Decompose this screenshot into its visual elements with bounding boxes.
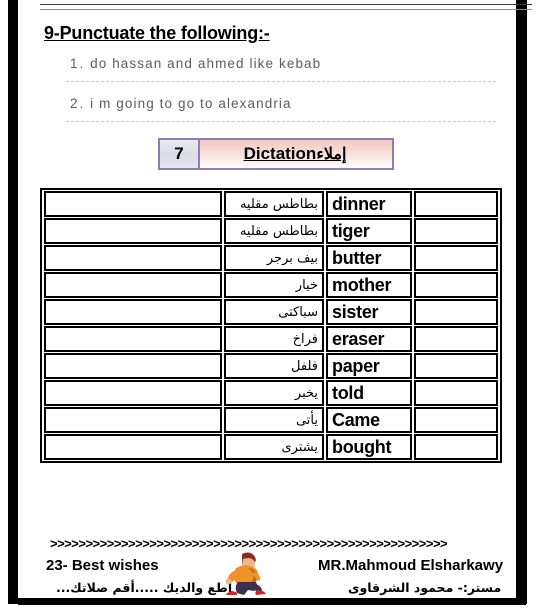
footer-arrow-divider: >>>>>>>>>>>>>>>>>>>>>>>>>>>>>>>>>>>>>>>>… [50, 536, 448, 551]
answer-cell-right[interactable] [414, 326, 498, 352]
table-row: خيار mother [44, 272, 498, 298]
table-row: يأتى Came [44, 407, 498, 433]
footer-teacher-name-ar: مستر:- محمود الشرقاوى [348, 580, 502, 595]
table-row: بيف برجر butter [44, 245, 498, 271]
frame-bar-left [8, 0, 18, 604]
section-title-ar: إملاء [316, 146, 347, 163]
question-text-1: do hassan and ahmed like kebab [90, 56, 322, 71]
answer-cell-right[interactable] [414, 353, 498, 379]
answer-cell-right[interactable] [414, 191, 498, 217]
answer-cell-right[interactable] [414, 380, 498, 406]
arabic-word-cell: بطاطس مقليه [224, 218, 324, 244]
question-number-2: 2. [70, 96, 86, 111]
page-title: 9-Punctuate the following:- [44, 23, 270, 43]
arabic-word-cell: سباكتى [224, 299, 324, 325]
question-item-2: 2. i m going to go to alexandria [70, 96, 292, 111]
worksheet-sheet: 9-Punctuate the following:- 1. do hassan… [18, 0, 532, 598]
answer-cell-left[interactable] [44, 191, 222, 217]
arabic-word-cell: بطاطس مقليه [224, 191, 324, 217]
answer-cell-left[interactable] [44, 245, 222, 271]
answer-cell-left[interactable] [44, 434, 222, 460]
question-number-1: 1. [70, 56, 86, 71]
arabic-word-cell: فلفل [224, 353, 324, 379]
answer-cell-left[interactable] [44, 380, 222, 406]
answer-cell-right[interactable] [414, 218, 498, 244]
english-word-cell: butter [326, 245, 412, 271]
arabic-word-cell: خيار [224, 272, 324, 298]
answer-cell-left[interactable] [44, 353, 222, 379]
answer-cell-left[interactable] [44, 407, 222, 433]
arabic-word-cell: يأتى [224, 407, 324, 433]
table-row: يشترى bought [44, 434, 498, 460]
answer-line-2[interactable] [66, 121, 496, 122]
english-word-cell: tiger [326, 218, 412, 244]
table-row: سباكتى sister [44, 299, 498, 325]
answer-cell-right[interactable] [414, 434, 498, 460]
footer-page-wish: 23- Best wishes [46, 557, 159, 574]
answer-line-1[interactable] [66, 81, 496, 82]
section-title: Dictation إملاء [200, 140, 392, 168]
question-item-1: 1. do hassan and ahmed like kebab [70, 56, 321, 71]
english-word-cell: sister [326, 299, 412, 325]
dictation-table-body: بطاطس مقليه dinner بطاطس مقليه tiger بيف برج… [44, 191, 498, 460]
table-row: بطاطس مقليه tiger [44, 218, 498, 244]
table-row: يخبر told [44, 380, 498, 406]
dictation-table: بطاطس مقليه dinner بطاطس مقليه tiger بيف برج… [40, 188, 502, 463]
running-boy-icon [225, 552, 266, 595]
answer-cell-left[interactable] [44, 272, 222, 298]
sheet-top-rule-2 [40, 9, 532, 10]
question-text-2: i m going to go to alexandria [90, 96, 292, 111]
dictation-section-header: 7 Dictation إملاء [158, 138, 394, 170]
english-word-cell: mother [326, 272, 412, 298]
answer-cell-left[interactable] [44, 218, 222, 244]
english-word-cell: bought [326, 434, 412, 460]
answer-cell-left[interactable] [44, 326, 222, 352]
english-word-cell: dinner [326, 191, 412, 217]
answer-cell-left[interactable] [44, 299, 222, 325]
page-frame: 9-Punctuate the following:- 1. do hassan… [0, 0, 560, 613]
english-word-cell: paper [326, 353, 412, 379]
arabic-word-cell: فراخ [224, 326, 324, 352]
frame-bar-right [516, 0, 527, 604]
section-number-badge: 7 [160, 140, 200, 168]
answer-cell-right[interactable] [414, 272, 498, 298]
table-row: بطاطس مقليه dinner [44, 191, 498, 217]
answer-cell-right[interactable] [414, 245, 498, 271]
answer-cell-right[interactable] [414, 299, 498, 325]
sheet-top-rule-1 [40, 4, 532, 5]
arabic-word-cell: بيف برجر [224, 245, 324, 271]
table-row: فلفل paper [44, 353, 498, 379]
arabic-word-cell: يشترى [224, 434, 324, 460]
table-row: فراخ eraser [44, 326, 498, 352]
section-title-en: Dictation [243, 144, 317, 163]
footer-advice-ar: أطع والديك .....أقم صلاتك... [56, 580, 233, 595]
english-word-cell: Came [326, 407, 412, 433]
answer-cell-right[interactable] [414, 407, 498, 433]
arabic-word-cell: يخبر [224, 380, 324, 406]
english-word-cell: eraser [326, 326, 412, 352]
dictation-table-inner: بطاطس مقليه dinner بطاطس مقليه tiger بيف برج… [42, 190, 500, 461]
footer-teacher-name-en: MR.Mahmoud Elsharkawy [318, 557, 504, 574]
english-word-cell: told [326, 380, 412, 406]
